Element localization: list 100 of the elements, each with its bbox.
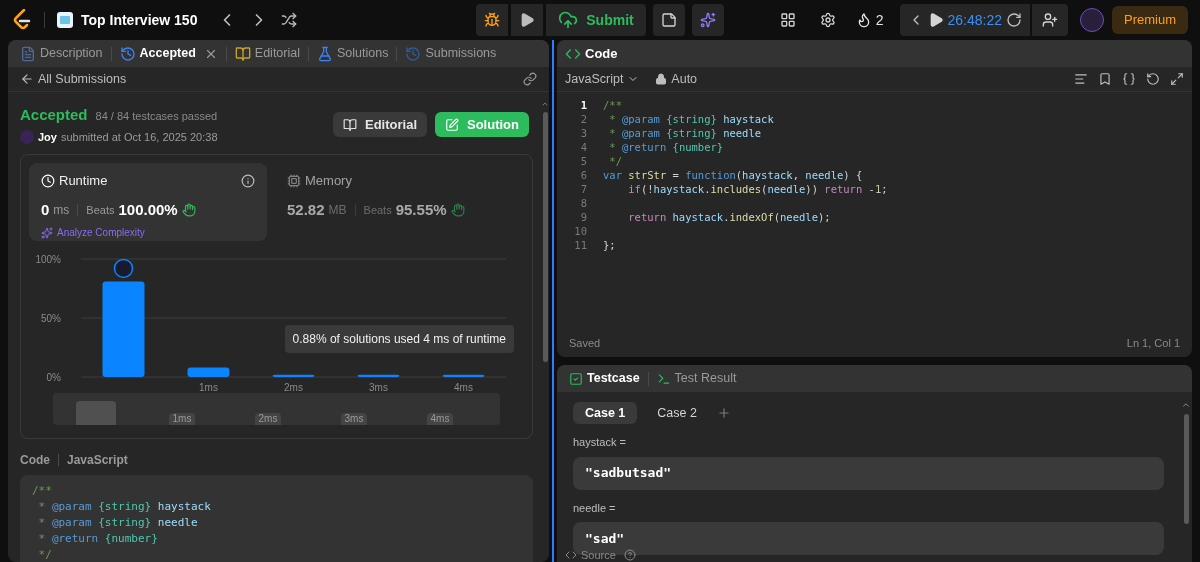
- bookmark-icon[interactable]: [1098, 72, 1112, 86]
- testcases-text: 84 / 84 testcases passed: [95, 109, 218, 124]
- overview-label: 1ms: [168, 413, 196, 425]
- reset-icon[interactable]: [1146, 72, 1160, 86]
- checkbox-icon: [569, 371, 583, 386]
- param-label: needle =: [573, 500, 617, 516]
- ai-button[interactable]: [691, 4, 724, 36]
- case-tab[interactable]: Case 1: [573, 402, 638, 424]
- expand-icon[interactable]: [1170, 72, 1184, 86]
- code-line: * @param {string} haystack: [37, 499, 211, 515]
- debug-button[interactable]: [476, 4, 509, 36]
- invite-button[interactable]: [1032, 4, 1068, 36]
- overview-label: 2ms: [254, 413, 282, 425]
- panel-tab[interactable]: Test Result: [652, 369, 741, 388]
- logo-icon[interactable]: [12, 9, 32, 31]
- history-icon: [405, 45, 422, 62]
- streak-button[interactable]: 2: [855, 9, 884, 31]
- panel-tab[interactable]: Description: [16, 44, 107, 63]
- timer-control[interactable]: 26:48:22: [899, 4, 1030, 36]
- code-icon[interactable]: [565, 549, 577, 561]
- bar[interactable]: [187, 367, 230, 377]
- layout-icon[interactable]: [779, 12, 796, 28]
- editorial-button[interactable]: Editorial: [333, 112, 427, 137]
- code-line: */: [37, 547, 52, 562]
- axis-label: 100%: [35, 254, 61, 265]
- axis-label: 0%: [46, 372, 61, 383]
- settings-icon[interactable]: [819, 12, 836, 28]
- code-line: * @return {number}: [37, 531, 158, 547]
- panel-tab[interactable]: Testcase: [565, 369, 644, 388]
- run-button[interactable]: [511, 4, 544, 36]
- line-number: 1: [579, 98, 587, 112]
- code-line: */: [608, 154, 622, 168]
- line-number: 10: [573, 224, 587, 238]
- scroll-up-icon[interactable]: [1181, 400, 1191, 410]
- mode-label[interactable]: Auto: [655, 69, 698, 89]
- status-text: Accepted: [20, 105, 88, 125]
- bar[interactable]: [442, 374, 485, 377]
- sparkle-icon: [699, 12, 716, 28]
- history-icon: [119, 45, 136, 62]
- panel-tab[interactable]: Solutions: [313, 44, 393, 63]
- line-number: 9: [579, 210, 587, 224]
- code-line: * @param {string} haystack: [608, 112, 774, 126]
- scroll-up-icon[interactable]: [541, 100, 549, 108]
- stat-title: Memory: [305, 172, 352, 190]
- braces-icon[interactable]: [1122, 72, 1136, 86]
- panel-tab[interactable]: Accepted: [115, 44, 222, 63]
- save-status: Saved: [569, 335, 601, 351]
- note-icon: [660, 12, 677, 28]
- note-button[interactable]: [652, 4, 685, 36]
- reset-icon[interactable]: [1006, 12, 1022, 28]
- axis-label: 50%: [41, 313, 61, 324]
- panel-tab[interactable]: Editorial: [230, 44, 304, 63]
- code-line: return haystack.indexOf(needle);: [627, 210, 831, 224]
- axis-label: 3ms: [369, 382, 388, 393]
- link-icon[interactable]: [523, 72, 537, 86]
- code-line: * @return {number}: [608, 140, 724, 154]
- add-user-icon: [1042, 12, 1058, 28]
- pen-icon: [445, 117, 459, 132]
- beats-percent: 100.00%: [118, 199, 178, 220]
- submitted-text: submitted at Oct 16, 2025 20:38: [60, 129, 218, 145]
- panel-tab[interactable]: Submissions: [401, 44, 501, 63]
- chip-icon: [287, 173, 301, 188]
- range-overview[interactable]: 1ms 2ms 3ms 4ms: [53, 393, 500, 425]
- hand-icon: [181, 202, 196, 217]
- bug-icon: [484, 12, 501, 28]
- code-line: };: [603, 238, 616, 252]
- avatar-marker: [113, 258, 134, 279]
- case-tab[interactable]: Case 2: [645, 402, 709, 424]
- overview-label: 3ms: [340, 413, 368, 425]
- stat-card[interactable]: Runtime 0 ms Beats 100.00% Analyze Complexity: [29, 163, 267, 241]
- info-icon[interactable]: [241, 173, 255, 188]
- language-dropdown[interactable]: JavaScript: [565, 69, 640, 89]
- code-line: var strStr = function(haystack, needle) {: [603, 168, 863, 182]
- beats-percent: 95.55%: [395, 199, 447, 220]
- play-icon: [519, 12, 536, 28]
- stat-card[interactable]: Memory 52.82 MB Beats 95.55%: [275, 163, 513, 241]
- document-icon: [20, 45, 36, 62]
- avatar: [20, 129, 34, 144]
- code-line: if(!haystack.includes(needle)) return -1;: [627, 182, 888, 196]
- cloud-upload-icon: [558, 10, 579, 30]
- submit-button[interactable]: Submit: [546, 4, 646, 36]
- stat-unit: ms: [53, 201, 70, 219]
- bar[interactable]: [272, 374, 315, 377]
- back-link[interactable]: All Submissions: [20, 69, 127, 89]
- beats-label: Beats: [86, 202, 115, 218]
- problem-list-button[interactable]: Top Interview 150: [57, 9, 198, 31]
- bar[interactable]: [357, 374, 400, 377]
- range-handle[interactable]: [76, 401, 116, 425]
- help-icon[interactable]: [623, 549, 636, 561]
- shuffle-icon[interactable]: [281, 12, 298, 28]
- line-number: 7: [579, 182, 587, 196]
- axis-label: 1ms: [199, 382, 218, 393]
- user-name[interactable]: Joy: [38, 128, 57, 145]
- avatar[interactable]: [1080, 8, 1104, 32]
- stat-value: 0: [41, 199, 50, 220]
- format-icon[interactable]: [1074, 72, 1088, 86]
- panel-title: Code: [585, 44, 618, 63]
- premium-button[interactable]: Premium: [1112, 6, 1188, 34]
- param-input[interactable]: "sadbutsad": [573, 456, 1164, 490]
- code-line: * @param {string} needle: [608, 126, 762, 140]
